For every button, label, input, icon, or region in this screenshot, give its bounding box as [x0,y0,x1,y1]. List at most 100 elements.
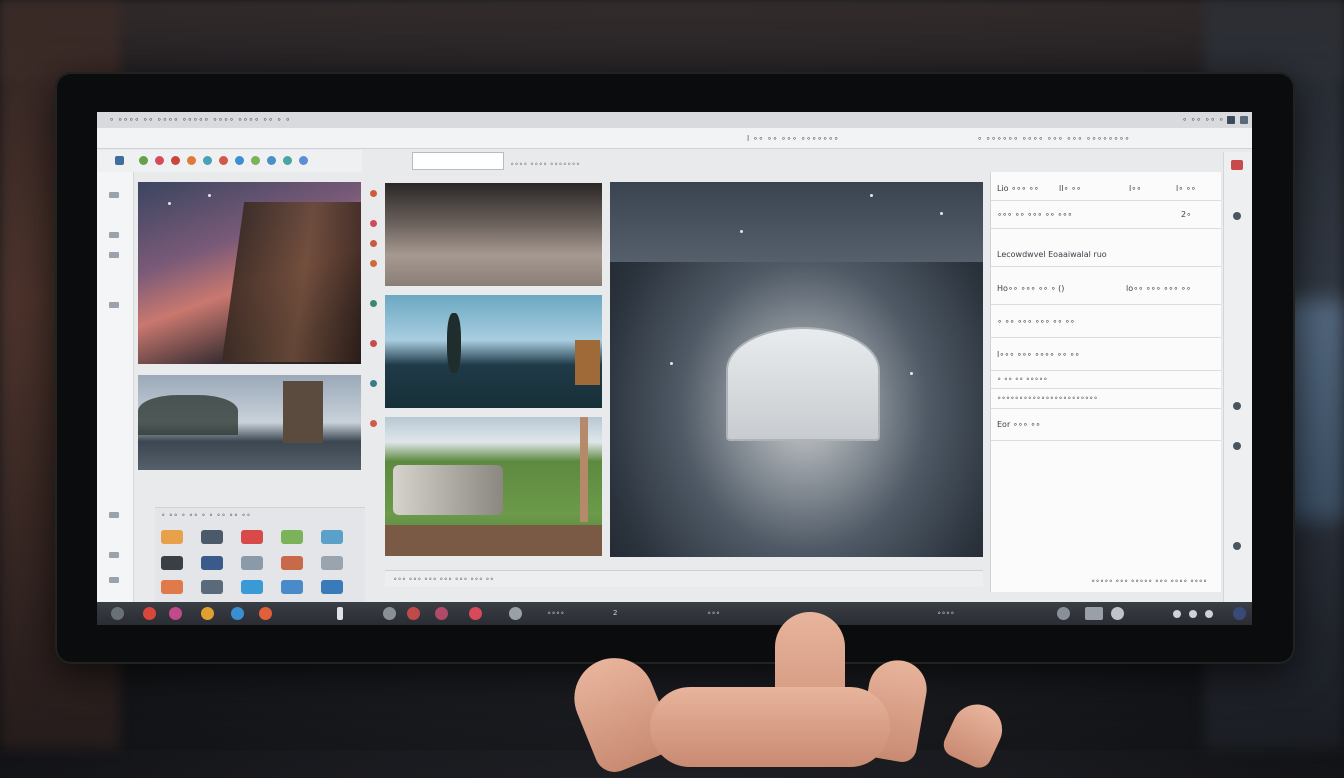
deck-shape [385,525,602,556]
start-icon[interactable] [111,607,124,620]
close-icon[interactable] [1240,116,1248,124]
palette-swatch-3[interactable] [241,530,263,544]
palette-swatch-10[interactable] [321,556,343,570]
panel-cell: 2∘ [1181,210,1192,219]
panel-cell: l∘ ∘∘ [1176,184,1196,193]
status-text: ∘∘∘ ∘∘∘ ∘∘∘ ∘∘∘ ∘∘∘ ∘∘∘ ∘∘ [393,575,494,583]
strip-dot-4[interactable] [370,260,377,267]
taskbar-app-2[interactable] [169,607,182,620]
palette-swatch-2[interactable] [201,530,223,544]
header-label: ∘∘∘∘ ∘∘∘∘ ∘∘∘∘∘∘∘ [510,160,581,168]
strip-dot-7[interactable] [370,380,377,387]
tool-row [97,150,362,172]
panel-row-8[interactable]: ∘∘∘∘∘∘∘∘∘∘∘∘∘∘∘∘∘∘∘∘∘∘∘ [991,390,1221,409]
tool-icon-2[interactable] [139,156,148,165]
strip-tool-4[interactable] [109,302,119,308]
scroll-dot-1[interactable] [1233,212,1241,220]
palette-swatch-9[interactable] [281,556,303,570]
taskbar-app-3[interactable] [201,607,214,620]
strip-tool-6[interactable] [109,552,119,558]
thumbnail-barren-field[interactable] [385,183,602,286]
panel-footer: ∘∘∘∘∘ ∘∘∘ ∘∘∘∘∘ ∘∘∘ ∘∘∘∘ ∘∘∘∘ [1091,577,1208,585]
tool-icon-1[interactable] [115,156,124,165]
strip-tool-2[interactable] [109,232,119,238]
strip-dot-6[interactable] [370,340,377,347]
taskbar-app-4[interactable] [231,607,244,620]
scroll-dot-2[interactable] [1233,402,1241,410]
panel-row-2[interactable]: ∘∘∘ ∘∘ ∘∘∘ ∘∘ ∘∘∘ 2∘ [991,202,1221,229]
panel-cell: ∘ ∘∘ ∘∘ ∘∘∘∘∘ [997,375,1048,383]
panel-row-6[interactable]: l∘∘∘ ∘∘∘ ∘∘∘∘ ∘∘ ∘∘ [991,340,1221,371]
panel-badge-icon[interactable] [1231,160,1243,170]
panel-row-5[interactable]: ∘ ∘∘ ∘∘∘ ∘∘∘ ∘∘ ∘∘ [991,307,1221,338]
palette-swatch-14[interactable] [281,580,303,594]
scroll-dot-3[interactable] [1233,442,1241,450]
thumbnail-lake-building[interactable] [138,375,361,470]
tool-icon-4[interactable] [171,156,180,165]
tray-icon-3[interactable] [1111,607,1124,620]
strip-tool-1[interactable] [109,192,119,198]
tray-icon-7[interactable] [1233,607,1246,620]
tree-shape [447,313,461,373]
palette-swatch-7[interactable] [201,556,223,570]
strip-tool-7[interactable] [109,577,119,583]
tray-icon-1[interactable] [1057,607,1070,620]
panel-cell: ∘ ∘∘ ∘∘∘ ∘∘∘ ∘∘ ∘∘ [997,317,1075,326]
tool-icon-8[interactable] [235,156,244,165]
tool-icon-3[interactable] [155,156,164,165]
taskbar-app-9[interactable] [435,607,448,620]
tray-icon-6[interactable] [1205,610,1213,618]
strip-dot-1[interactable] [370,190,377,197]
tool-icon-10[interactable] [267,156,276,165]
palette-swatch-11[interactable] [161,580,183,594]
panel-row-1[interactable]: Lio ∘∘∘ ∘∘ ll∘ ∘∘ l∘∘ l∘ ∘∘ [991,178,1221,201]
panel-cell: lo∘∘ ∘∘∘ ∘∘∘ ∘∘ [1126,284,1191,293]
tray-icon-4[interactable] [1173,610,1181,618]
building-shape [283,381,323,443]
tool-icon-5[interactable] [187,156,196,165]
taskbar-app-5[interactable] [259,607,272,620]
thumbnail-barn-dusk[interactable] [138,182,361,364]
panel-row-7[interactable]: ∘ ∘∘ ∘∘ ∘∘∘∘∘ [991,372,1221,389]
palette-swatch-1[interactable] [161,530,183,544]
search-input[interactable] [412,152,504,170]
panel-row-9[interactable]: Eor ∘∘∘ ∘∘ [991,410,1221,441]
strip-dot-3[interactable] [370,240,377,247]
panel-row-4[interactable]: Ho∘∘ ∘∘∘ ∘∘ ∘ () lo∘∘ ∘∘∘ ∘∘∘ ∘∘ [991,272,1221,305]
palette-swatch-5[interactable] [321,530,343,544]
strip-tool-5[interactable] [109,512,119,518]
tool-icon-9[interactable] [251,156,260,165]
tool-icon-11[interactable] [283,156,292,165]
taskbar-app-7[interactable] [383,607,396,620]
tray-icon-2[interactable] [1085,607,1103,620]
taskbar-app-6[interactable] [337,607,343,620]
palette-swatch-15[interactable] [321,580,343,594]
thumbnail-tree-lake[interactable] [385,295,602,408]
taskbar-app-1[interactable] [143,607,156,620]
tool-icon-12[interactable] [299,156,308,165]
tool-icon-7[interactable] [219,156,228,165]
scroll-dot-4[interactable] [1233,542,1241,550]
palette-swatch-6[interactable] [161,556,183,570]
panel-row-3[interactable]: Lecowdwvel Eoaaiwalal ruo [991,242,1221,267]
tray-icon-5[interactable] [1189,610,1197,618]
panel-cell: ll∘ ∘∘ [1059,184,1082,193]
panel-cell: ∘∘∘∘∘∘∘∘∘∘∘∘∘∘∘∘∘∘∘∘∘∘∘ [997,394,1098,402]
taskbar-app-10[interactable] [469,607,482,620]
thumbnail-van-meadow[interactable] [385,417,602,556]
palette-swatch-13[interactable] [241,580,263,594]
strip-dot-2[interactable] [370,220,377,227]
palette-swatch-12[interactable] [201,580,223,594]
strip-tool-3[interactable] [109,252,119,258]
palette-swatch-4[interactable] [281,530,303,544]
panel-cell: Lio ∘∘∘ ∘∘ [997,184,1039,193]
taskbar-app-11[interactable] [509,607,522,620]
tool-icon-6[interactable] [203,156,212,165]
strip-dot-5[interactable] [370,300,377,307]
minimize-icon[interactable] [1227,116,1235,124]
palette-swatch-8[interactable] [241,556,263,570]
taskbar-app-8[interactable] [407,607,420,620]
preview-image[interactable] [610,182,983,557]
left-toolstrip [97,172,134,602]
strip-dot-8[interactable] [370,420,377,427]
